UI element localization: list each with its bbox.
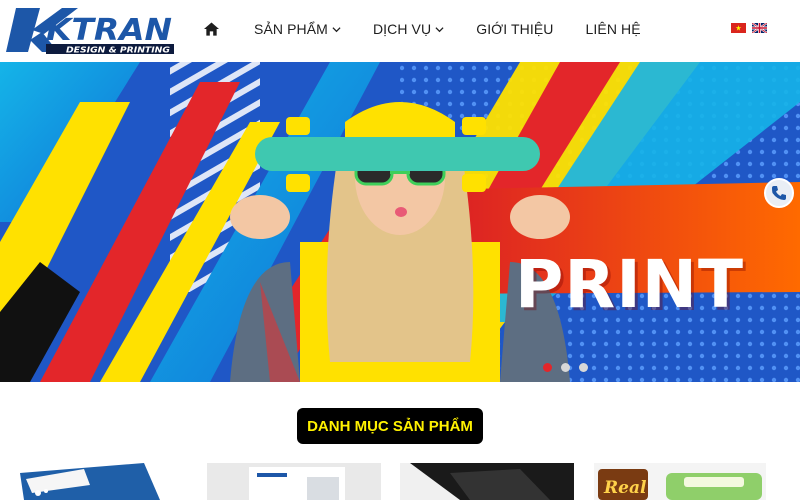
chevron-down-icon	[435, 26, 444, 32]
carousel-dot-1[interactable]	[543, 363, 552, 372]
product-card-2[interactable]	[207, 463, 381, 500]
hero-banner: PRINT	[0, 62, 800, 382]
product-thumbnail	[14, 463, 194, 500]
product-card-1[interactable]	[14, 463, 194, 500]
section-title-categories: DANH MỤC SẢN PHẨM	[297, 408, 483, 444]
nav-about-label: GIỚI THIỆU	[476, 21, 554, 37]
svg-text:Real: Real	[603, 478, 647, 498]
product-thumbnail	[207, 463, 381, 500]
logo-wordmark: KTRAN	[46, 13, 172, 48]
nav-contact-label: LIÊN HỆ	[585, 21, 641, 37]
carousel-pagination	[543, 363, 588, 372]
nav-services-label: DỊCH VỤ	[372, 21, 432, 37]
product-card-3[interactable]	[400, 463, 574, 500]
vietnam-flag-icon[interactable]	[731, 23, 746, 33]
main-nav: SẢN PHẨM DỊCH VỤ GIỚI THIỆU LIÊN HỆ	[196, 0, 641, 58]
banner-headline: PRINT	[515, 246, 745, 323]
nav-contact[interactable]: LIÊN HỆ	[586, 21, 641, 37]
logo-tagline: DESIGN & PRINTING	[66, 46, 170, 55]
carousel-dot-3[interactable]	[579, 363, 588, 372]
product-thumbnail	[400, 463, 574, 500]
uk-flag-icon[interactable]	[752, 23, 767, 33]
chevron-down-icon	[332, 26, 341, 32]
site-header: KTRAN DESIGN & PRINTING SẢN PHẨM DỊCH VỤ…	[0, 0, 800, 62]
nav-about[interactable]: GIỚI THIỆU	[476, 21, 553, 37]
nav-products[interactable]: SẢN PHẨM	[254, 21, 341, 37]
nav-home[interactable]	[196, 22, 226, 36]
nav-services[interactable]: DỊCH VỤ	[373, 21, 444, 37]
product-category-grid: Real	[14, 463, 786, 500]
language-switcher	[731, 23, 767, 33]
nav-products-label: SẢN PHẨM	[254, 21, 328, 37]
call-button[interactable]	[764, 178, 794, 208]
product-thumbnail: Real	[594, 463, 766, 500]
carousel-dot-2[interactable]	[561, 363, 570, 372]
product-card-4[interactable]: Real	[594, 463, 766, 500]
phone-icon	[772, 186, 786, 200]
banner-artwork	[0, 62, 800, 382]
ktran-logo[interactable]: KTRAN DESIGN & PRINTING	[6, 4, 174, 56]
home-icon	[203, 22, 219, 36]
